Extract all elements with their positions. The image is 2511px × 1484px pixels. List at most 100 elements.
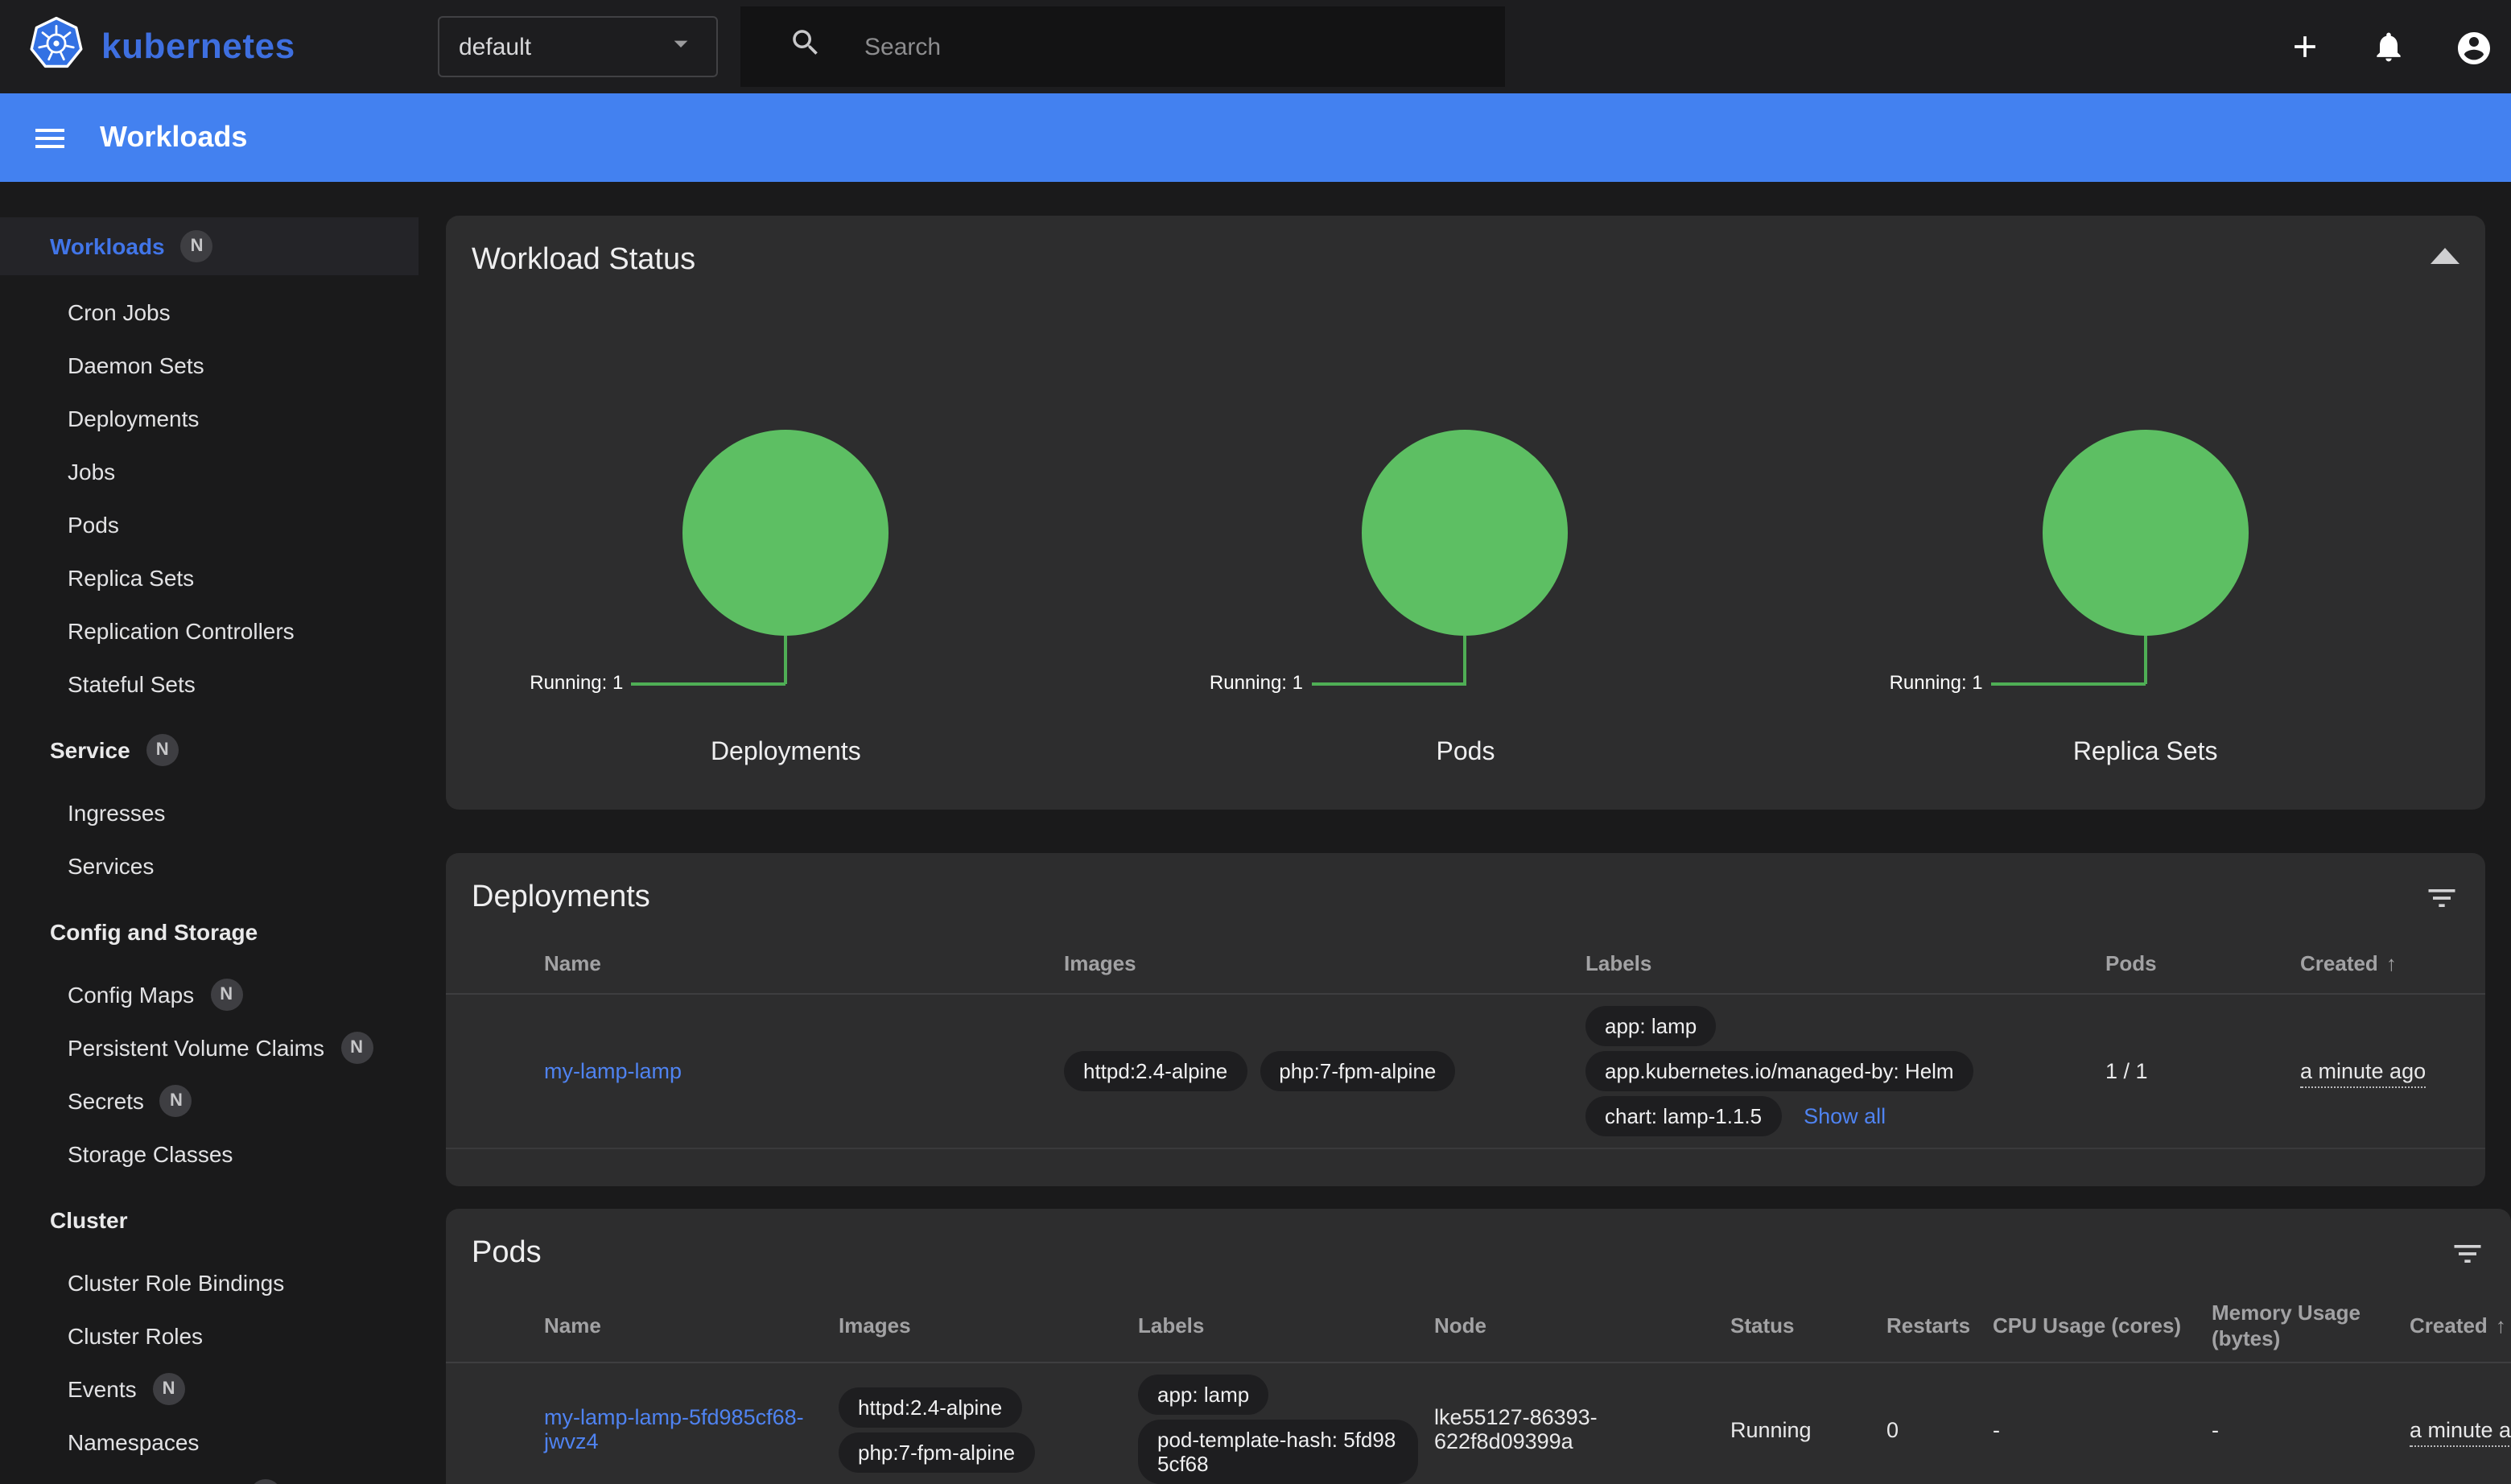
column-header-cpu-usage-cores[interactable]: CPU Usage (cores) xyxy=(1993,1313,2212,1340)
workload-chart-replica-sets: Running: 1Replica Sets xyxy=(1805,430,2485,810)
pod-memory-cell: - xyxy=(2212,1417,2410,1441)
column-header-name[interactable]: Name xyxy=(544,1313,839,1340)
created-timestamp: a minute ago xyxy=(2300,1059,2426,1088)
sidebar-item-label: Deployments xyxy=(68,405,199,431)
chip-line: php:7-fpm-alpine xyxy=(839,1432,1138,1472)
create-plus-icon[interactable] xyxy=(2287,29,2323,64)
deployments-table-row[interactable]: my-lamp-lamp httpd:2.4-alpinephp:7-fpm-a… xyxy=(446,995,2485,1149)
deployment-created-cell: a minute ago xyxy=(2300,1059,2459,1083)
pod-name-cell: my-lamp-lamp-5fd985cf68-jwvz4 xyxy=(544,1405,839,1453)
sidebar-item-pods[interactable]: Pods xyxy=(0,497,418,550)
filter-icon[interactable] xyxy=(2424,880,2459,916)
filter-icon[interactable] xyxy=(2450,1236,2485,1272)
sidebar-item-services[interactable]: Services xyxy=(0,839,418,892)
sidebar-header-config-and-storage: Config and Storage xyxy=(0,905,418,958)
column-header-labels[interactable]: Labels xyxy=(1138,1313,1434,1340)
notifications-bell-icon[interactable] xyxy=(2371,29,2406,64)
sidebar-item-label: Namespaces xyxy=(68,1428,199,1454)
sidebar-item-config-maps[interactable]: Config MapsN xyxy=(0,967,418,1020)
chart-title: Pods xyxy=(1126,739,1806,768)
column-header-memory-usage-bytes[interactable]: Memory Usage (bytes) xyxy=(2212,1301,2410,1353)
pod-name-link[interactable]: my-lamp-lamp-5fd985cf68-jwvz4 xyxy=(544,1405,804,1453)
sidebar-item-jobs[interactable]: Jobs xyxy=(0,444,418,497)
sidebar-item-cron-jobs[interactable]: Cron Jobs xyxy=(0,285,418,338)
chart-title: Deployments xyxy=(446,739,1126,768)
sidebar-item-cluster-role-bindings[interactable]: Cluster Role Bindings xyxy=(0,1255,418,1309)
sidebar-item-deployments[interactable]: Deployments xyxy=(0,391,418,444)
column-header-name[interactable]: Name xyxy=(544,951,1064,978)
sidebar-item-network-policies[interactable]: Network PoliciesN xyxy=(0,1468,418,1484)
brand[interactable]: kubernetes xyxy=(0,15,295,78)
new-badge: N xyxy=(153,1372,185,1404)
chip-chart-lamp-1-1-5: chart: lamp-1.1.5 xyxy=(1585,1096,1781,1136)
sidebar-item-events[interactable]: EventsN xyxy=(0,1362,418,1415)
pods-table-row[interactable]: my-lamp-lamp-5fd985cf68-jwvz4 httpd:2.4-… xyxy=(446,1363,2511,1484)
brand-name: kubernetes xyxy=(101,26,295,68)
column-header-restarts[interactable]: Restarts xyxy=(1886,1313,1993,1340)
chip-app-lamp: app: lamp xyxy=(1585,1006,1716,1046)
namespace-selector[interactable]: default xyxy=(438,16,718,77)
sidebar-item-replication-controllers[interactable]: Replication Controllers xyxy=(0,604,418,657)
chip-line: chart: lamp-1.1.5 Show all xyxy=(1585,1096,2105,1136)
sidebar-header-cluster: Cluster xyxy=(0,1193,418,1246)
pod-labels-cell: app: lamp pod-template-hash: 5fd985cf68 xyxy=(1138,1370,1434,1484)
collapse-card-icon[interactable] xyxy=(2431,248,2459,264)
sidebar-item-cluster-roles[interactable]: Cluster Roles xyxy=(0,1309,418,1362)
deployment-name-cell: my-lamp-lamp xyxy=(544,1059,1064,1083)
column-header-created[interactable]: Created↑ xyxy=(2300,951,2459,978)
sidebar-item-namespaces[interactable]: Namespaces xyxy=(0,1415,418,1468)
search-input[interactable] xyxy=(861,31,1447,62)
pie-replica-sets[interactable] xyxy=(2043,430,2249,636)
sidebar-item-storage-classes[interactable]: Storage Classes xyxy=(0,1127,418,1180)
chip-line: app: lamp xyxy=(1585,1006,2105,1046)
show-all-link[interactable]: Show all xyxy=(1804,1104,1886,1128)
pie-pods[interactable] xyxy=(1363,430,1569,636)
search-bar xyxy=(740,6,1505,87)
sidebar-item-label: Secrets xyxy=(68,1087,144,1113)
sidebar-item-ingresses[interactable]: Ingresses xyxy=(0,785,418,839)
search-icon xyxy=(789,26,823,68)
column-header-images[interactable]: Images xyxy=(839,1313,1138,1340)
sidebar-item-replica-sets[interactable]: Replica Sets xyxy=(0,550,418,604)
deployments-title: Deployments xyxy=(446,853,2485,916)
leader-line-vertical xyxy=(1464,636,1467,684)
column-header-pods[interactable]: Pods xyxy=(2105,951,2300,978)
column-header-status[interactable]: Status xyxy=(1730,1313,1886,1340)
sidebar-item-stateful-sets[interactable]: Stateful Sets xyxy=(0,657,418,710)
column-header-labels[interactable]: Labels xyxy=(1585,951,2105,978)
sidebar-item-label: Replica Sets xyxy=(68,564,194,590)
leader-line-horizontal xyxy=(631,682,785,686)
sidebar-item-label: Ingresses xyxy=(68,799,165,825)
pod-status-cell: Running xyxy=(1730,1417,1886,1441)
page-body: WorkloadsN Cron JobsDaemon Sets Deployment… xyxy=(0,182,2511,1484)
column-header-images[interactable]: Images xyxy=(1064,951,1585,978)
page-title: Workloads xyxy=(100,121,247,155)
column-header-created[interactable]: Created↑ xyxy=(2410,1313,2511,1340)
sidebar-item-secrets[interactable]: SecretsN xyxy=(0,1074,418,1127)
pie-deployments[interactable] xyxy=(682,430,889,636)
new-badge: N xyxy=(210,978,242,1010)
status-cell xyxy=(472,1059,544,1083)
new-badge: N xyxy=(146,733,179,765)
leader-line-horizontal xyxy=(1991,682,2146,686)
sidebar-item-daemon-sets[interactable]: Daemon Sets xyxy=(0,338,418,391)
new-badge: N xyxy=(181,230,213,262)
sidebar-item-label: Service xyxy=(50,736,130,762)
pie-slice-label: Running: 1 xyxy=(1890,671,1983,694)
chevron-down-icon xyxy=(665,27,697,66)
chip-pod-template-hash-5fd985cf68: pod-template-hash: 5fd985cf68 xyxy=(1138,1420,1418,1484)
chip-app-lamp: app: lamp xyxy=(1138,1375,1268,1415)
sidebar-item-workloads[interactable]: WorkloadsN xyxy=(0,217,418,275)
column-header-node[interactable]: Node xyxy=(1434,1313,1730,1340)
deployment-pods-cell: 1 / 1 xyxy=(2105,1059,2300,1083)
deployment-name-link[interactable]: my-lamp-lamp xyxy=(544,1059,682,1083)
account-avatar-icon[interactable] xyxy=(2455,29,2490,64)
workload-chart-deployments: Running: 1Deployments xyxy=(446,430,1126,810)
sidebar-item-label: Stateful Sets xyxy=(68,670,196,696)
sidebar-item-service[interactable]: Service N xyxy=(0,723,418,776)
menu-hamburger-icon[interactable] xyxy=(31,118,69,157)
pod-created-cell: a minute ago xyxy=(2410,1417,2511,1441)
sidebar-item-persistent-volume-claims[interactable]: Persistent Volume ClaimsN xyxy=(0,1020,418,1074)
workload-status-charts: Running: 1Deployments Running: 1 PodsRunni… xyxy=(446,430,2485,810)
sidebar-nav: WorkloadsN Cron JobsDaemon Sets Deployment… xyxy=(0,182,418,1484)
